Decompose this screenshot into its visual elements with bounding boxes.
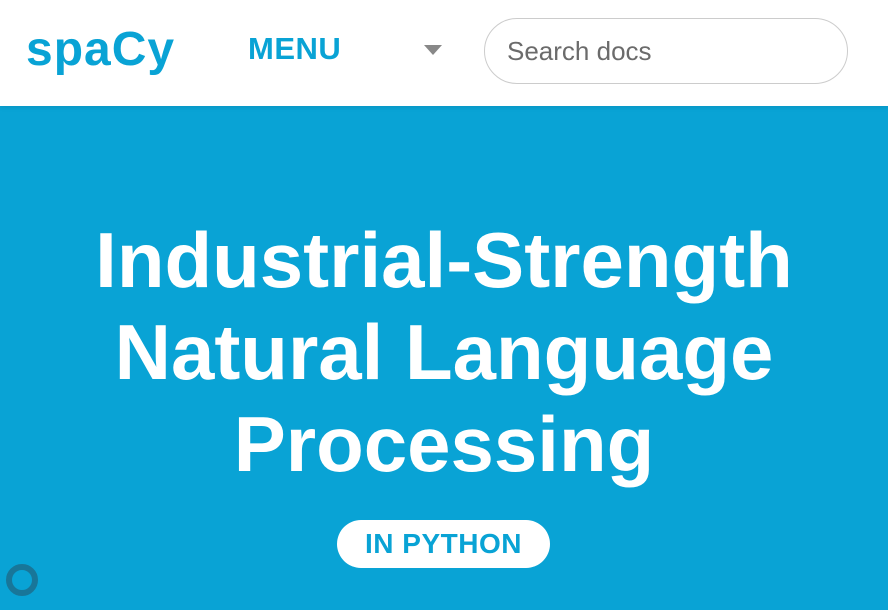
hero-title-line: Industrial-Strength	[95, 216, 793, 304]
hero-title-line: Natural Language	[114, 308, 774, 396]
chevron-down-icon[interactable]	[424, 45, 442, 55]
language-badge: IN PYTHON	[337, 520, 550, 568]
search-input[interactable]	[484, 18, 848, 84]
hero-title: Industrial-Strength Natural Language Pro…	[0, 214, 888, 490]
hero-banner: Industrial-Strength Natural Language Pro…	[0, 106, 888, 610]
ring-icon[interactable]	[6, 564, 38, 596]
hero-title-line: Processing	[233, 400, 655, 488]
menu-button[interactable]: MENU	[248, 30, 341, 68]
logo[interactable]: spaCy	[26, 22, 175, 78]
site-header: spaCy MENU	[0, 0, 888, 106]
